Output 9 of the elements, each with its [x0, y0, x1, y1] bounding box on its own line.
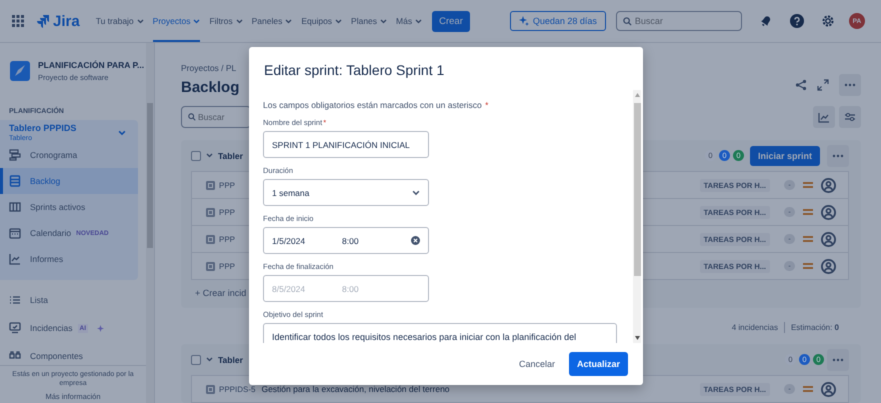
sprint-name: Tabler [218, 354, 243, 364]
page-title: Backlog [181, 79, 240, 96]
sprint-name: Tabler [218, 150, 243, 160]
required-note: Los campos obligatorios están marcados con un asterisco * [263, 100, 490, 110]
project-name: PLANIFICACIÓN PARA P... [38, 60, 144, 70]
issue-count: 4 incidencias [732, 322, 778, 332]
dialog-title: Editar sprint: Tablero Sprint 1 [263, 61, 446, 80]
issue-summary: Gestión para la excavación, nivelación del terreno [261, 384, 450, 394]
estimate-total: Estimación: 0 [790, 322, 839, 332]
